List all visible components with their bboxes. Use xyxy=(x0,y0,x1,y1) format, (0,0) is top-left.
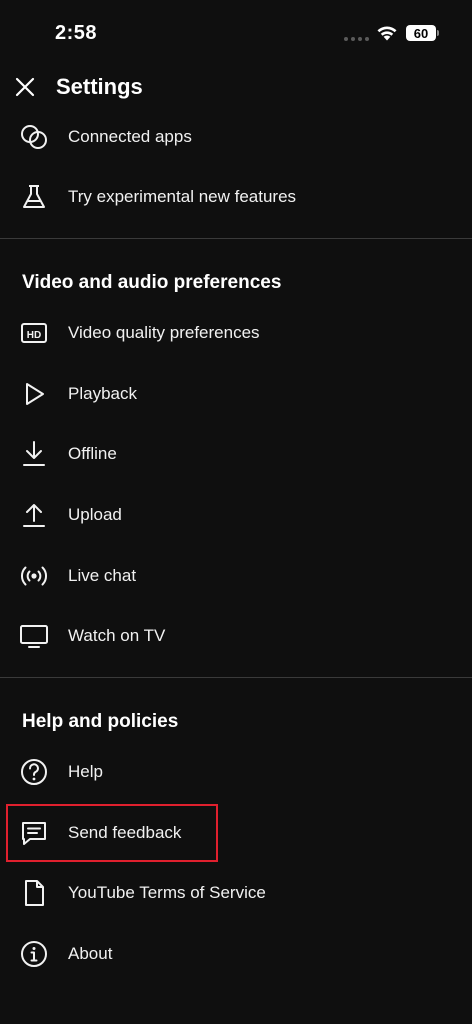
menu-item-playback[interactable]: Playback xyxy=(0,364,472,424)
menu-item-video-quality[interactable]: HD Video quality preferences xyxy=(0,303,472,363)
battery-tip xyxy=(437,30,439,36)
svg-text:HD: HD xyxy=(27,330,41,341)
hd-icon: HD xyxy=(18,317,50,349)
play-icon xyxy=(18,378,50,410)
document-icon xyxy=(18,877,50,909)
info-icon xyxy=(18,938,50,970)
menu-item-label: Offline xyxy=(68,444,117,463)
menu-item-live-chat[interactable]: Live chat xyxy=(0,546,472,606)
menu-item-label: Watch on TV xyxy=(68,626,166,645)
close-icon xyxy=(15,77,35,97)
menu-item-label: YouTube Terms of Service xyxy=(68,883,266,902)
menu-item-label: About xyxy=(68,944,113,963)
battery-indicator: 60 xyxy=(406,25,436,41)
cellular-signal-icon xyxy=(344,37,369,41)
download-icon xyxy=(18,438,50,470)
live-icon xyxy=(18,560,50,592)
menu-item-about[interactable]: About xyxy=(0,924,472,984)
section-title-help-policies: Help and policies xyxy=(22,711,179,732)
connected-apps-icon xyxy=(18,121,50,153)
menu-item-watch-on-tv[interactable]: Watch on TV xyxy=(0,606,472,666)
tv-icon xyxy=(18,620,50,652)
section-title-video-audio: Video and audio preferences xyxy=(22,272,282,293)
menu-item-experimental-features[interactable]: Try experimental new features xyxy=(0,167,472,227)
wifi-icon xyxy=(376,24,398,41)
status-time: 2:58 xyxy=(55,22,98,44)
section-divider xyxy=(0,677,472,678)
menu-item-label: Playback xyxy=(68,384,137,403)
menu-item-label: Try experimental new features xyxy=(68,187,297,206)
upload-icon xyxy=(18,499,50,531)
section-divider xyxy=(0,238,472,239)
close-button[interactable] xyxy=(10,72,40,102)
page-title: Settings xyxy=(56,74,143,99)
help-icon xyxy=(18,756,50,788)
menu-item-label: Help xyxy=(68,762,103,781)
flask-icon xyxy=(18,181,50,213)
selection-highlight xyxy=(6,804,218,862)
menu-item-connected-apps[interactable]: Connected apps xyxy=(0,107,472,167)
menu-item-label: Video quality preferences xyxy=(68,323,260,342)
status-bar: 2:58 60 xyxy=(0,0,472,60)
menu-item-offline[interactable]: Offline xyxy=(0,424,472,484)
menu-item-upload[interactable]: Upload xyxy=(0,485,472,545)
menu-item-terms-of-service[interactable]: YouTube Terms of Service xyxy=(0,863,472,923)
menu-item-label: Connected apps xyxy=(68,127,192,146)
menu-item-label: Live chat xyxy=(68,566,137,585)
menu-item-label: Upload xyxy=(68,505,122,524)
menu-item-help[interactable]: Help xyxy=(0,742,472,802)
